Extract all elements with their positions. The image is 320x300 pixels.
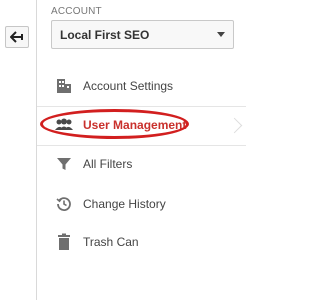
nav-item-trash-can[interactable]: Trash Can [37, 227, 246, 257]
nav-label: Trash Can [83, 235, 139, 249]
account-dropdown[interactable]: Local First SEO [51, 20, 234, 49]
nav-label: Account Settings [83, 79, 174, 93]
nav-label: User Management [83, 118, 187, 132]
trash-icon [54, 232, 74, 252]
chevron-right-icon [226, 117, 243, 133]
account-label: ACCOUNT [51, 6, 102, 17]
filter-icon [54, 154, 74, 174]
users-icon [54, 115, 74, 135]
left-rail [0, 0, 37, 300]
history-icon [54, 194, 74, 214]
account-name: Local First SEO [60, 27, 150, 42]
back-button[interactable] [5, 26, 29, 48]
nav-item-all-filters[interactable]: All Filters [37, 149, 246, 179]
chevron-down-icon [217, 32, 225, 37]
nav-label: Change History [83, 197, 166, 211]
nav-label: All Filters [83, 157, 133, 171]
building-icon [54, 76, 74, 96]
nav-item-account-settings[interactable]: Account Settings [37, 71, 246, 101]
divider [37, 145, 246, 146]
divider [37, 106, 246, 107]
nav-item-change-history[interactable]: Change History [37, 189, 246, 219]
nav-item-user-management[interactable]: User Management [37, 110, 246, 140]
admin-panel: ACCOUNT Local First SEO Account Settings [37, 0, 246, 300]
back-arrow-icon [10, 31, 23, 43]
